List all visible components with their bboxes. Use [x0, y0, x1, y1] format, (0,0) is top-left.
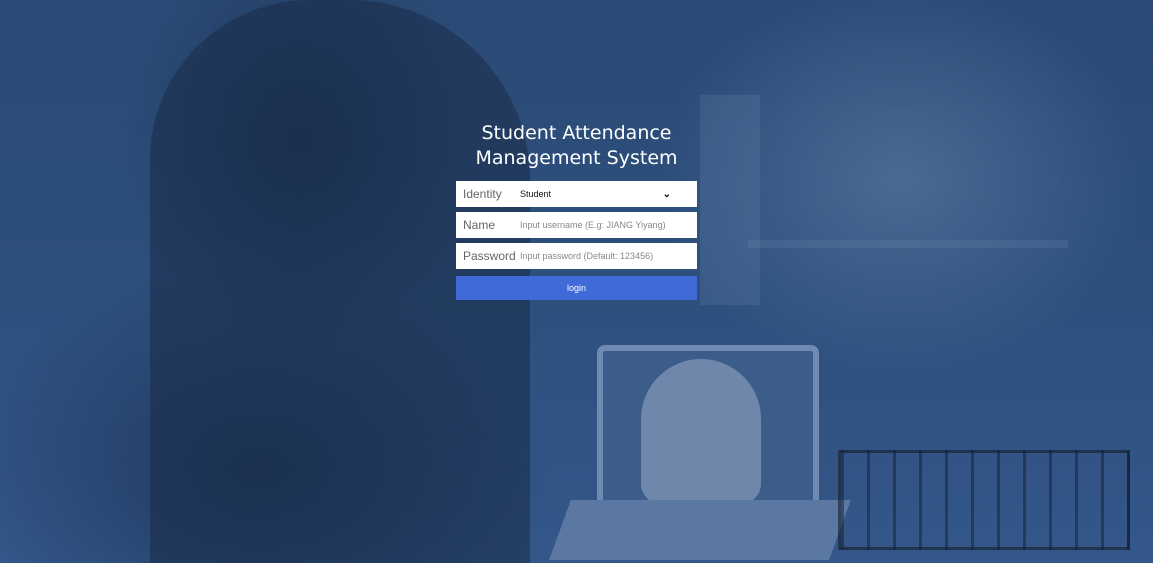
identity-label: Identity — [463, 187, 502, 201]
background-basket — [838, 450, 1130, 550]
identity-row: Identity Student ⌄ — [456, 181, 697, 207]
background-shelf — [748, 240, 1068, 248]
chevron-down-icon: ⌄ — [662, 188, 671, 200]
password-label: Password — [463, 249, 516, 263]
name-label: Name — [463, 218, 496, 232]
password-input[interactable] — [520, 245, 697, 267]
page-title: Student Attendance Management System — [475, 122, 678, 169]
background-laptop-screen — [641, 359, 761, 504]
identity-selected-value: Student — [520, 189, 552, 199]
login-panel: Student Attendance Management System Ide… — [456, 121, 697, 300]
background-laptop — [597, 345, 819, 515]
identity-select[interactable]: Student ⌄ — [520, 189, 697, 200]
password-row: Password — [456, 243, 697, 269]
background-keyboard — [549, 500, 851, 560]
background-shelf — [700, 95, 760, 305]
username-input[interactable] — [520, 214, 697, 236]
name-row: Name — [456, 212, 697, 238]
login-button[interactable]: login — [456, 276, 697, 300]
